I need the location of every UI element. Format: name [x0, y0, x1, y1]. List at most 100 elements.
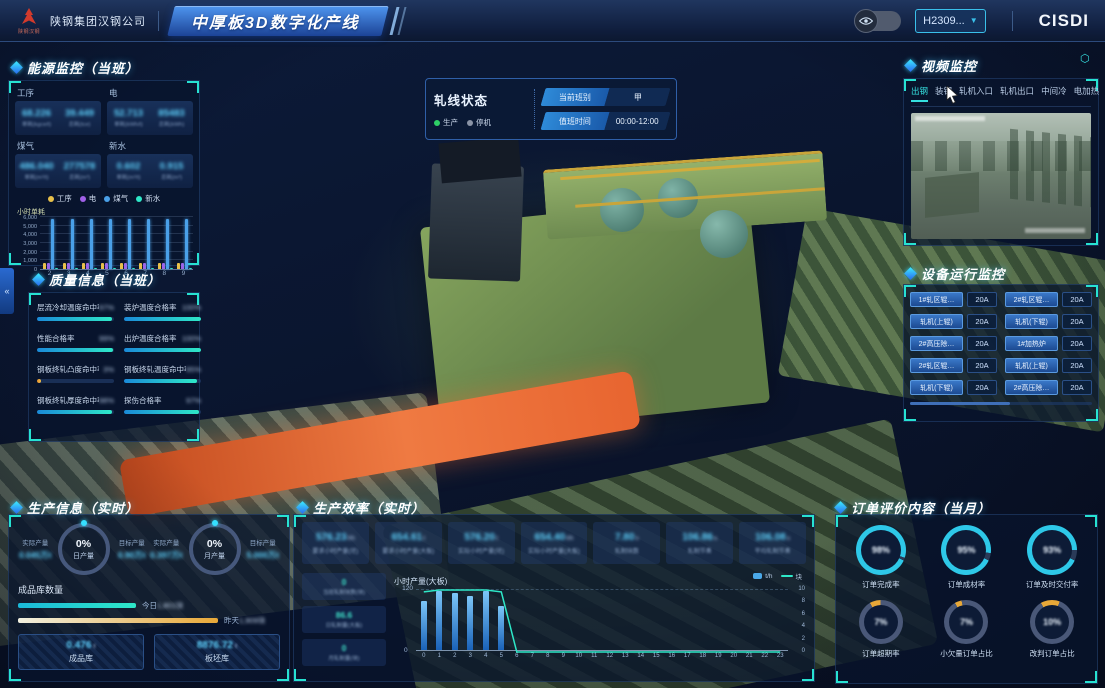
- quality-row-top: 探伤合格率97%: [124, 395, 201, 406]
- donut-label: 小欠量订单占比: [940, 648, 993, 659]
- store-value: 0.476t: [66, 640, 95, 651]
- equipment-button[interactable]: 2#轧区辊…: [910, 358, 963, 373]
- video-panel-title: 视频监控: [906, 56, 977, 75]
- order-donut-cell: 10% 改判订单占比: [1011, 600, 1093, 659]
- quality-bar-fill: [124, 379, 197, 383]
- equipment-current-value: 20A: [967, 314, 997, 329]
- legend-dot: [104, 196, 110, 202]
- status-dot: [467, 120, 473, 126]
- gauge-name: 日产量: [73, 551, 94, 561]
- equipment-button[interactable]: 轧机(下辊): [1005, 314, 1058, 329]
- inventory-bars: 今日1,801块昨天1,909块: [18, 600, 280, 626]
- equipment-button[interactable]: 轧机(下辊): [910, 380, 963, 395]
- video-scene-detail: [1010, 129, 1091, 208]
- quality-panel: 层流冷却温度命中率97%装炉温度合格率100%性能合格率99%出炉温度合格率10…: [28, 292, 200, 442]
- equipment-button[interactable]: 2#高压除…: [910, 336, 963, 351]
- status-dot: [434, 120, 440, 126]
- store-box: 0.476t成品库: [18, 634, 144, 670]
- panel-collapse-tab[interactable]: «: [0, 268, 14, 314]
- bar-新水: [132, 268, 135, 269]
- donut-value: 95%: [957, 545, 975, 555]
- energy-metric-box: 68.226单耗(kgce/t)39.449总耗(tce): [15, 101, 101, 135]
- equipment-item: 1#轧区辊…20A: [910, 292, 997, 307]
- quality-label: 出炉温度合格率: [124, 333, 177, 344]
- bar-煤气: [166, 219, 169, 269]
- bar-工序: [158, 263, 161, 269]
- quality-label: 装炉温度合格率: [124, 302, 177, 313]
- bar-煤气: [90, 219, 93, 269]
- camera-tab-5[interactable]: 中间冷: [1041, 85, 1067, 102]
- stat-label: 要求小时产量(坯): [312, 546, 358, 555]
- chart-legend-item[interactable]: t/h: [753, 573, 772, 580]
- hourly-output-chart: 小时产量(大板) t/h块 120 0 01234567891011121314…: [394, 571, 804, 675]
- equipment-button[interactable]: 轧机(上辊): [910, 314, 963, 329]
- bar-group: [120, 219, 135, 269]
- y-axis-max-label: 120: [395, 585, 413, 592]
- stat-label: 轧制节奏: [688, 546, 712, 555]
- donut-label: 改判订单占比: [1030, 648, 1075, 659]
- donut-hole: 7%: [864, 605, 898, 639]
- equipment-button[interactable]: 1#轧区辊…: [910, 292, 963, 307]
- visibility-toggle[interactable]: [855, 11, 901, 31]
- camera-tab-3[interactable]: 轧机入口: [959, 85, 993, 102]
- equipment-scrollbar-track: [910, 402, 1092, 405]
- order-donut-cell: 93%订单及时交付率: [1011, 525, 1093, 590]
- energy-chart-legend: 工序电煤气新水: [15, 193, 193, 204]
- view-mode-cube-icon[interactable]: ⬡: [1080, 52, 1090, 65]
- energy-metric-col: 68.226单耗(kgce/t): [15, 101, 58, 135]
- energy-metric-name: 新水: [109, 140, 193, 152]
- status-legend-item[interactable]: 停机: [467, 117, 491, 128]
- right-tick-label: 6: [802, 611, 805, 617]
- energy-metric-col: 277578总耗(m³): [58, 154, 101, 188]
- quality-value: 3%: [103, 365, 114, 374]
- equipment-current-value: 20A: [967, 380, 997, 395]
- energy-unit: 总耗(m³): [69, 173, 90, 181]
- side-value: 86.6: [336, 610, 353, 620]
- energy-metric-col: 0.602单耗(m³/t): [107, 154, 150, 188]
- quality-value: 100%: [182, 303, 201, 312]
- energy-metric: 工序68.226单耗(kgce/t)39.449总耗(tce): [15, 86, 101, 135]
- equipment-item: 2#高压除…20A: [910, 336, 997, 351]
- order-donut: 10%: [1030, 600, 1074, 644]
- camera-tab-6[interactable]: 电加热: [1074, 85, 1100, 102]
- gauge-percent: 0%: [76, 538, 91, 550]
- bar-新水: [75, 268, 78, 269]
- heat-number-dropdown[interactable]: H2309... ▼: [915, 9, 986, 33]
- video-scene-detail: [925, 172, 979, 218]
- efficiency-stat-card: 654.61t要求小时产量(大板): [375, 522, 442, 564]
- camera-tabs: 出钢装钢轧机入口轧机出口中间冷电加热: [911, 85, 1091, 107]
- equipment-button[interactable]: 轧机(上辊): [1005, 358, 1058, 373]
- right-tick-label: 10: [798, 586, 805, 592]
- energy-legend-item[interactable]: 煤气: [104, 193, 128, 204]
- quality-row: 钢板终轧凸度命中率3%: [37, 364, 114, 383]
- energy-legend-item[interactable]: 电: [80, 193, 97, 204]
- equipment-scrollbar-thumb[interactable]: [910, 402, 1010, 405]
- stat-unit: s: [635, 536, 638, 542]
- stat-value: 654.61t: [391, 532, 425, 543]
- right-tick-label: 2: [802, 636, 805, 642]
- diamond-icon: [32, 273, 45, 286]
- equipment-button[interactable]: 2#轧区辊…: [1005, 292, 1058, 307]
- cctv-video-frame[interactable]: [911, 113, 1091, 239]
- gauge-name: 月产量: [204, 551, 225, 561]
- target-value: 0.90万t: [115, 549, 150, 561]
- gauge-ring: 0%月产量: [189, 523, 241, 575]
- efficiency-side-card: 0月轧制量(块): [302, 639, 386, 666]
- donut-label: 订单完成率: [862, 579, 900, 590]
- equipment-button[interactable]: 2#高压除…: [1005, 380, 1058, 395]
- inventory-bar-label: 今日: [142, 601, 157, 610]
- camera-tab-4[interactable]: 轧机出口: [1000, 85, 1034, 102]
- chart-legend-item[interactable]: 块: [781, 571, 803, 581]
- chart-legend: t/h 块: [753, 571, 802, 581]
- stat-value: 106.08s: [755, 532, 790, 543]
- equipment-button[interactable]: 1#加热炉: [1005, 336, 1058, 351]
- hour-bar: [436, 591, 442, 650]
- company-name: 陕钢集团汉钢公司: [50, 13, 146, 29]
- energy-legend-item[interactable]: 工序: [48, 193, 72, 204]
- dotted-divider: [534, 89, 535, 129]
- quality-label: 钢板终轧厚度命中率: [37, 395, 99, 406]
- status-legend-item[interactable]: 生产: [434, 117, 458, 128]
- bar-煤气: [51, 219, 54, 269]
- camera-tab-1[interactable]: 出钢: [911, 85, 928, 102]
- energy-legend-item[interactable]: 新水: [136, 193, 160, 204]
